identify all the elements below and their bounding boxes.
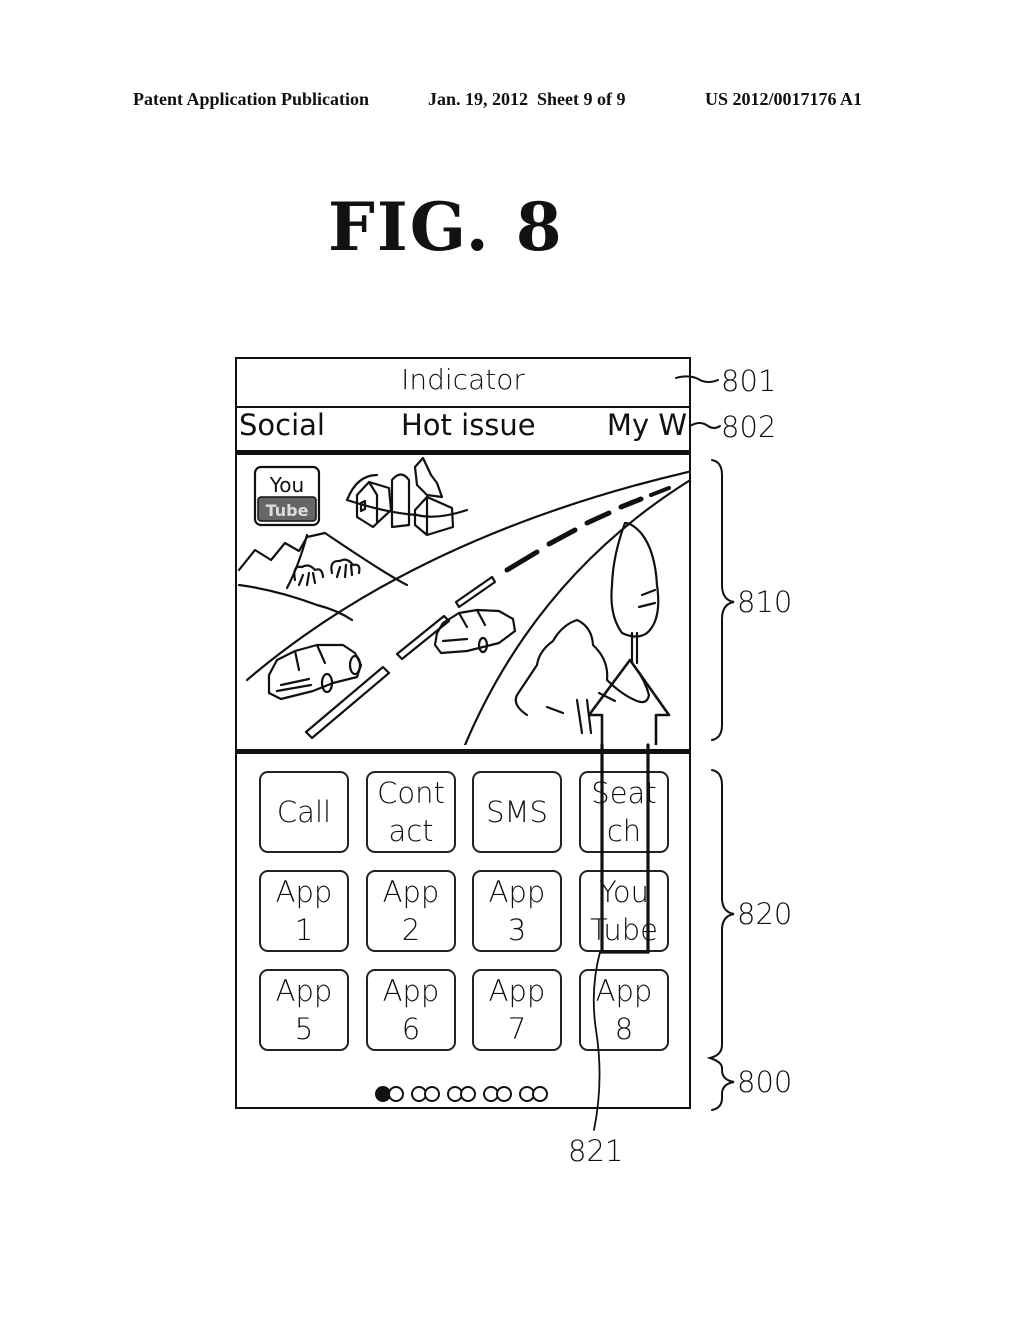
tab-hot-issue[interactable]: Hot issue	[401, 408, 536, 442]
lane-marking	[546, 527, 578, 547]
publication-label: Patent Application Publication	[133, 89, 370, 109]
ref-numeral-801: 801	[721, 364, 777, 398]
sheet-number: Sheet 9 of 9	[537, 89, 626, 109]
youtube-widget-label-2: Tube	[266, 501, 309, 520]
page-dot-circle	[388, 1086, 404, 1102]
app-icon-search[interactable]: Seat ch	[579, 771, 669, 853]
content-area[interactable]: You Tube	[237, 455, 689, 745]
app-icon-app-1[interactable]: App 1	[259, 870, 349, 952]
app-label: App	[382, 974, 440, 1008]
brace-820	[711, 769, 735, 1046]
page-dot-circle	[532, 1086, 548, 1102]
app-label: 5	[294, 1012, 314, 1046]
round-tree	[514, 618, 651, 717]
page-indicator[interactable]	[237, 1086, 689, 1102]
device-screen: Indicator Social Hot issue My W You Tube…	[235, 357, 691, 1109]
app-icon-app-8[interactable]: App 8	[579, 969, 669, 1051]
bush	[330, 558, 361, 579]
car-left	[267, 643, 363, 701]
ref-numeral-800: 800	[737, 1065, 793, 1099]
app-label: App	[488, 974, 546, 1008]
youtube-widget-label: You	[269, 473, 304, 497]
figure-title: FIG. 8	[328, 188, 564, 266]
ground-curve	[345, 473, 469, 518]
app-label: Seat	[591, 776, 657, 810]
app-label: 3	[507, 913, 527, 947]
app-icon-app-6[interactable]: App 6	[366, 969, 456, 1051]
app-label: Tube	[590, 913, 658, 947]
car-left-wheel	[348, 654, 362, 676]
app-label: App	[275, 875, 333, 909]
ref-numeral-820: 820	[737, 897, 793, 931]
app-icon-contact[interactable]: Cont act	[366, 771, 456, 853]
app-label: Call	[276, 795, 332, 829]
app-label: Cont	[377, 776, 445, 810]
bush	[293, 564, 325, 587]
app-icon-app-3[interactable]: App 3	[472, 870, 562, 952]
app-label: App	[595, 974, 653, 1008]
brace-800	[706, 1044, 735, 1111]
page-dot-circle	[424, 1086, 440, 1102]
tab-social[interactable]: Social	[239, 408, 325, 442]
app-label: ch	[606, 814, 642, 848]
app-label: App	[488, 875, 546, 909]
app-label: SMS	[486, 795, 548, 829]
drag-arrow-head	[587, 658, 671, 745]
lane-marking	[304, 665, 391, 740]
ref-numeral-802: 802	[721, 410, 777, 444]
app-label: 2	[401, 913, 421, 947]
app-icon-call[interactable]: Call	[259, 771, 349, 853]
indicator-label: Indicator	[401, 363, 525, 396]
page-dot-3[interactable]	[447, 1086, 476, 1102]
road-scene-illustration: You Tube	[237, 456, 689, 745]
ref-numeral-810: 810	[737, 585, 793, 619]
app-label: App	[382, 875, 440, 909]
lane-marking	[584, 510, 612, 526]
pine-tree	[413, 456, 444, 499]
ref-numeral-821: 821	[568, 1134, 624, 1168]
page-dot-4[interactable]	[483, 1086, 512, 1102]
app-label: 8	[614, 1012, 634, 1046]
car-right	[433, 608, 517, 655]
patent-number: US 2012/0017176 A1	[705, 89, 863, 109]
tab-my-w[interactable]: My W	[607, 408, 687, 442]
brace-810	[711, 459, 735, 741]
hill-line	[285, 533, 309, 590]
app-label: act	[388, 814, 434, 848]
page-dot-2[interactable]	[411, 1086, 440, 1102]
app-label: 7	[507, 1012, 527, 1046]
lane-marking	[454, 575, 497, 609]
lane-marking	[504, 549, 540, 573]
publication-date: Jan. 19, 2012	[428, 89, 529, 109]
lane-marking	[649, 486, 671, 497]
app-icon-app-2[interactable]: App 2	[366, 870, 456, 952]
page-dot-circle	[460, 1086, 476, 1102]
car-right-wheel	[477, 636, 489, 654]
tall-tree-branches	[637, 588, 657, 609]
tree-trunk	[545, 691, 617, 735]
page-dot-5[interactable]	[519, 1086, 548, 1102]
app-icon-youtube[interactable]: You Tube	[579, 870, 669, 952]
tall-tree	[610, 521, 660, 665]
tab-bar: Social Hot issue My W	[237, 408, 689, 455]
page-dot-1[interactable]	[375, 1086, 404, 1102]
app-label: 1	[294, 913, 314, 947]
app-label: You	[599, 875, 649, 909]
leader-line-802	[689, 422, 721, 429]
page-dot-circle	[496, 1086, 512, 1102]
silo	[390, 473, 411, 529]
lane-marking	[618, 496, 644, 510]
app-icon-app-7[interactable]: App 7	[472, 969, 562, 1051]
app-label: App	[275, 974, 333, 1008]
indicator-bar: Indicator	[237, 359, 689, 408]
app-grid: Call Cont act SMS Seat ch App 1 App 2 App 3 Y…	[237, 749, 689, 1107]
app-label: 6	[401, 1012, 421, 1046]
app-icon-app-5[interactable]: App 5	[259, 969, 349, 1051]
app-icon-sms[interactable]: SMS	[472, 771, 562, 853]
